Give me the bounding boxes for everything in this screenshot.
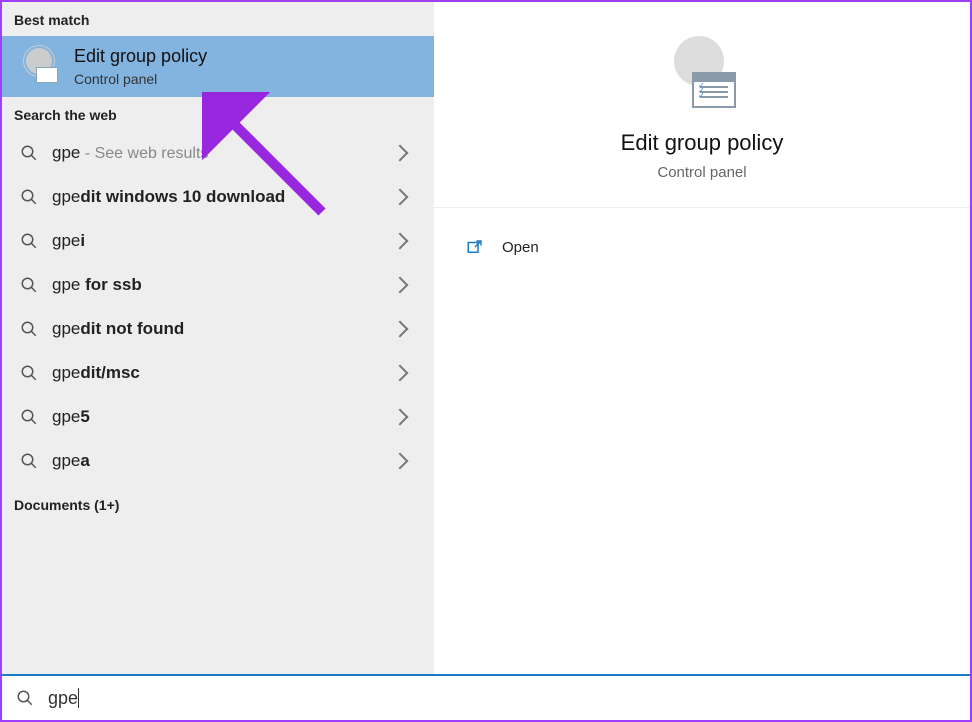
best-match-title: Edit group policy: [74, 46, 207, 67]
web-result-label: gpe - See web results: [52, 143, 380, 163]
detail-subtitle: Control panel: [657, 164, 746, 181]
open-action[interactable]: Open: [434, 228, 970, 266]
chevron-right-icon: [392, 453, 409, 470]
web-result-2[interactable]: gpei: [2, 219, 434, 263]
search-bar[interactable]: gpe: [2, 674, 970, 720]
documents-header: Documents (1+): [2, 483, 434, 527]
web-result-7[interactable]: gpea: [2, 439, 434, 483]
web-result-label: gpei: [52, 231, 380, 251]
web-result-label: gpe5: [52, 407, 380, 427]
text-cursor: [78, 688, 79, 708]
web-results-list: gpe - See web results gpedit windows 10 d…: [2, 131, 434, 483]
web-result-5[interactable]: gpedit/msc: [2, 351, 434, 395]
web-result-3[interactable]: gpe for ssb: [2, 263, 434, 307]
chevron-right-icon: [392, 189, 409, 206]
search-icon: [20, 188, 38, 206]
best-match-result[interactable]: Edit group policy Control panel: [2, 36, 434, 97]
results-panel: Best match Edit group policy Control pan…: [2, 2, 434, 674]
search-input[interactable]: gpe: [48, 688, 78, 709]
web-result-label: gpe for ssb: [52, 275, 380, 295]
web-result-label: gpedit windows 10 download: [52, 187, 380, 207]
web-result-4[interactable]: gpedit not found: [2, 307, 434, 351]
chevron-right-icon: [392, 145, 409, 162]
web-result-0[interactable]: gpe - See web results: [2, 131, 434, 175]
group-policy-icon: [22, 48, 60, 86]
chevron-right-icon: [392, 233, 409, 250]
web-result-label: gpedit not found: [52, 319, 380, 339]
detail-panel: Edit group policy Control panel Open: [434, 2, 970, 674]
open-icon: [466, 238, 484, 256]
best-match-header: Best match: [2, 2, 434, 36]
search-web-header: Search the web: [2, 97, 434, 131]
chevron-right-icon: [392, 365, 409, 382]
search-icon: [20, 408, 38, 426]
chevron-right-icon: [392, 277, 409, 294]
web-result-1[interactable]: gpedit windows 10 download: [2, 175, 434, 219]
detail-title: Edit group policy: [621, 130, 784, 156]
search-icon: [20, 452, 38, 470]
search-icon: [20, 364, 38, 382]
search-icon: [20, 232, 38, 250]
web-result-label: gpea: [52, 451, 380, 471]
search-icon: [16, 689, 34, 707]
chevron-right-icon: [392, 409, 409, 426]
search-icon: [20, 144, 38, 162]
chevron-right-icon: [392, 321, 409, 338]
open-label: Open: [502, 239, 539, 256]
group-policy-large-icon: [662, 32, 742, 112]
search-icon: [20, 276, 38, 294]
best-match-subtitle: Control panel: [74, 71, 207, 87]
search-icon: [20, 320, 38, 338]
web-result-label: gpedit/msc: [52, 363, 380, 383]
web-result-6[interactable]: gpe5: [2, 395, 434, 439]
